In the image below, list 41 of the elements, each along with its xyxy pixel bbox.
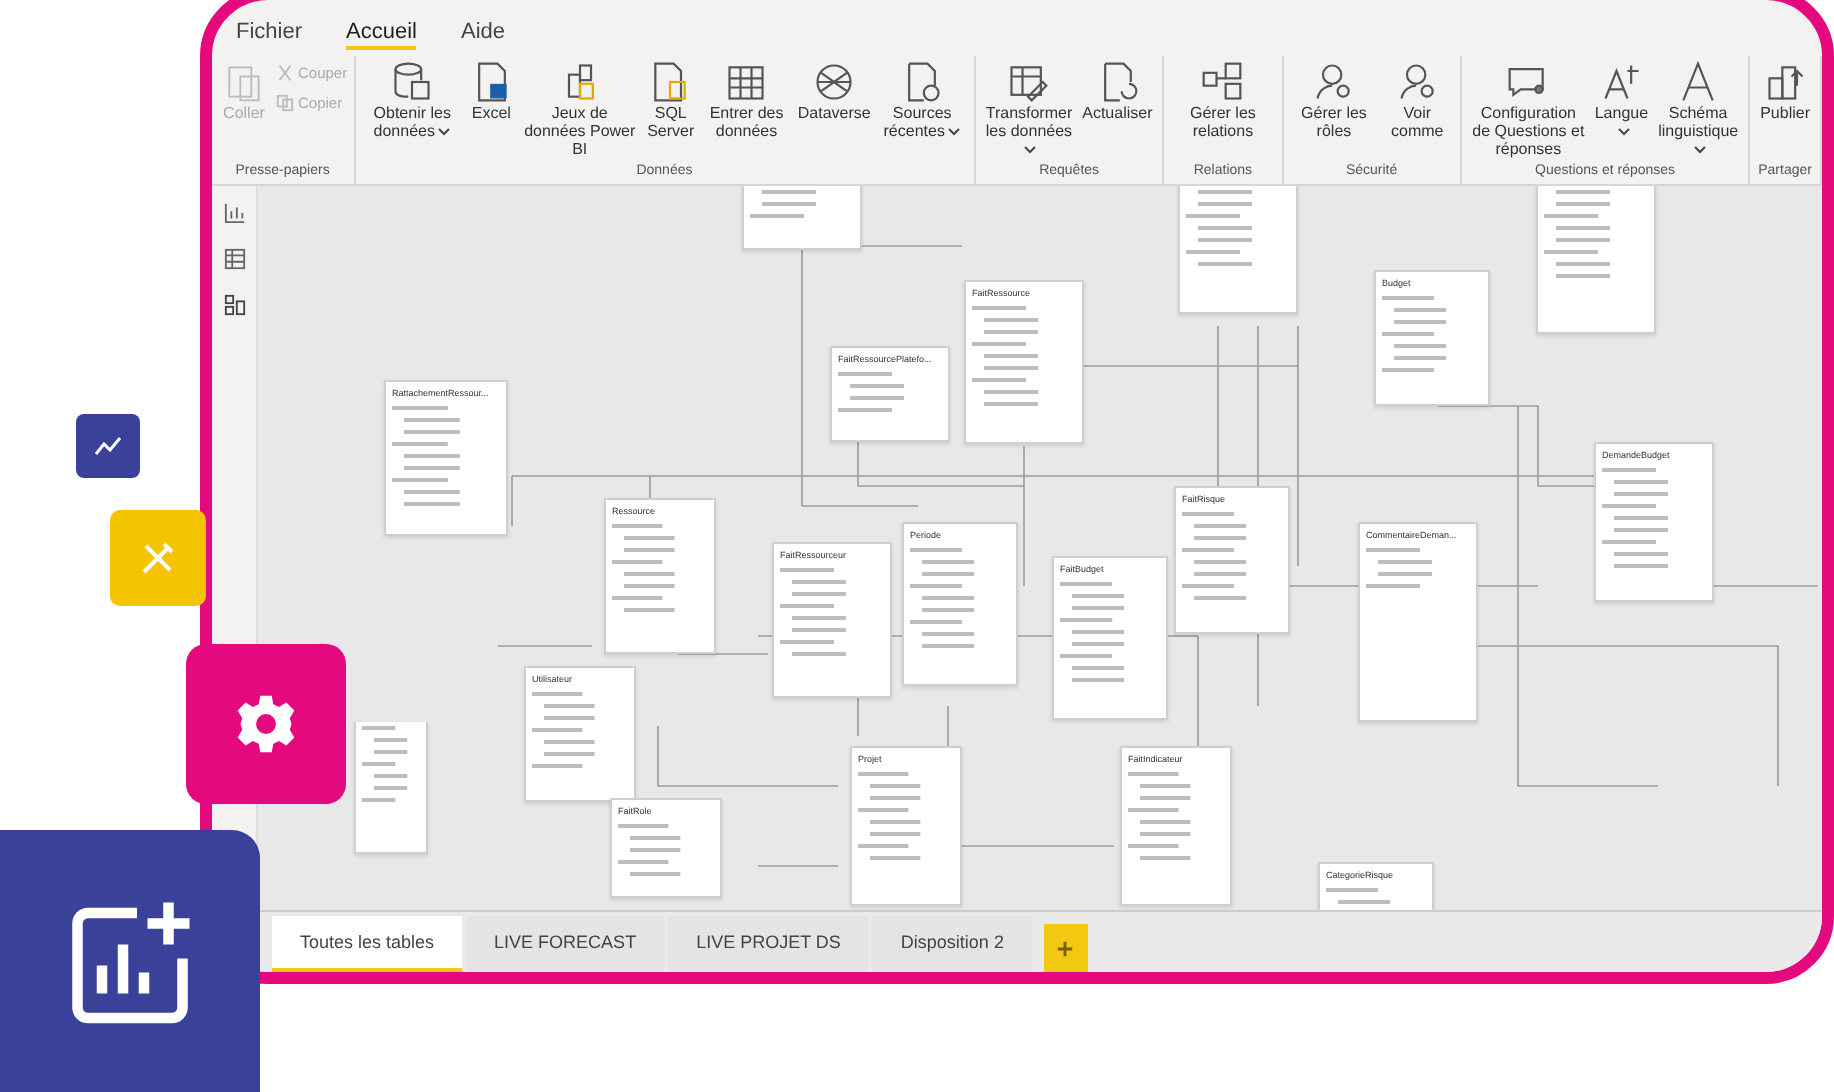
add-tab-button[interactable] (1043, 924, 1088, 972)
ribbon-button[interactable]: Jeux de données Power BI (519, 56, 641, 164)
menu-tab[interactable]: Aide (460, 20, 506, 50)
menu-tab[interactable]: Fichier (236, 20, 303, 50)
ribbon-button[interactable]: Transformer les données (981, 56, 1077, 164)
settings-icon (232, 690, 300, 758)
ribbon-button[interactable]: Actualiser (1078, 56, 1157, 164)
ribbon-button[interactable]: Voir comme (1380, 56, 1454, 164)
bar-chart-icon[interactable] (223, 202, 245, 224)
plus-icon (1056, 939, 1075, 957)
ribbon-button[interactable]: Langue (1590, 56, 1653, 164)
ribbon-button[interactable]: Entrer des données (701, 56, 792, 164)
layout-tab[interactable]: Disposition 2 (872, 916, 1032, 972)
ribbon-button[interactable]: Dataverse (793, 56, 875, 164)
ribbon-button[interactable]: Schéma linguistique (1654, 56, 1743, 164)
trend-line-icon (94, 436, 122, 456)
table-grid-icon (724, 60, 769, 104)
copy-icon (276, 94, 294, 112)
layout-tab[interactable]: LIVE FORECAST (466, 916, 665, 972)
ribbon-button[interactable]: Excel (465, 56, 518, 164)
relationship-boxes-icon (1200, 60, 1245, 104)
ribbon-button[interactable]: Gérer les rôles (1289, 56, 1379, 164)
ribbon-button[interactable]: Configuration de Questions et réponses (1467, 56, 1589, 164)
ribbon-button[interactable]: Obtenir les données (361, 56, 464, 164)
ribbon-button[interactable]: Sources récentes (876, 56, 968, 164)
person-search-icon (1395, 60, 1440, 104)
menu-tab[interactable]: Accueil (346, 20, 417, 50)
person-search-icon (1311, 60, 1356, 104)
language-letter-icon (1599, 60, 1644, 104)
scissors-icon (276, 64, 294, 82)
table-pencil-icon (1006, 60, 1051, 104)
clipboard-icon (222, 60, 266, 104)
ribbon-button[interactable]: Publier (1756, 56, 1814, 164)
layout-tab[interactable]: Toutes les tables (272, 916, 463, 972)
layout-tab[interactable]: LIVE PROJET DS (668, 916, 869, 972)
publish-icon (1763, 60, 1808, 104)
ribbon-button[interactable]: Gérer les relations (1170, 56, 1276, 164)
database-icon (390, 60, 435, 104)
table-icon[interactable] (223, 248, 245, 270)
model-icon[interactable] (223, 294, 245, 316)
ribbon-button[interactable]: SQL Server (642, 56, 700, 164)
